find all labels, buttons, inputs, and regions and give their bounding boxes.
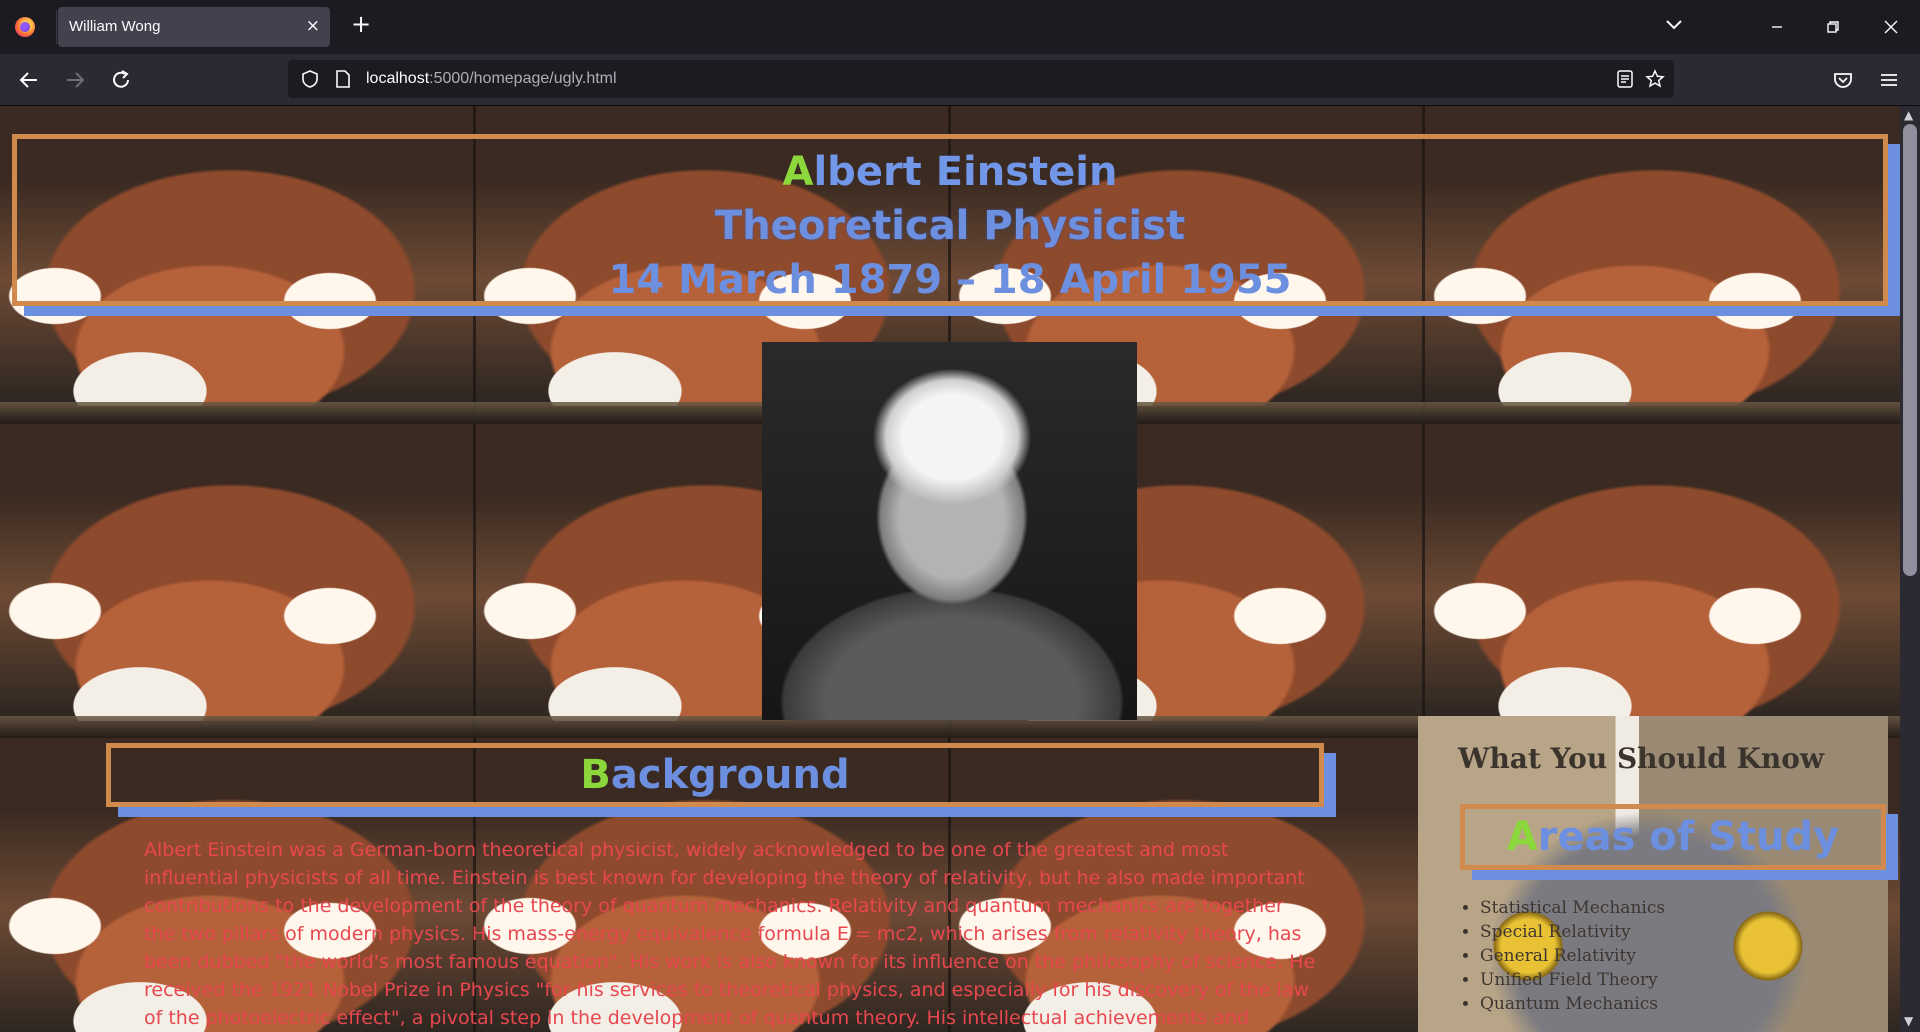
page-icon: [336, 70, 350, 88]
tab-separator: [56, 10, 57, 44]
minimize-icon[interactable]: [1762, 12, 1792, 42]
list-item: Quantum Mechanics: [1480, 992, 1665, 1016]
sidebar-title: What You Should Know: [1458, 742, 1825, 775]
list-item: Unified Field Theory: [1480, 968, 1665, 992]
browser-tab[interactable]: William Wong ×: [58, 7, 330, 47]
profession: Theoretical Physicist: [714, 203, 1186, 249]
title-rest: lbert Einstein: [813, 149, 1118, 195]
background-paragraph: Albert Einstein was a German-born theore…: [144, 839, 1316, 1029]
scroll-down-icon[interactable]: ▼: [1904, 1014, 1913, 1028]
shield-icon[interactable]: [300, 69, 320, 89]
heading-rest: ackground: [610, 752, 850, 798]
hamburger-menu-icon[interactable]: [1876, 67, 1902, 93]
reader-view-icon[interactable]: [1616, 70, 1634, 88]
background-heading: Background: [106, 743, 1324, 807]
areas-list: Statistical Mechanics Special Relativity…: [1480, 896, 1665, 1016]
close-window-icon[interactable]: [1876, 12, 1906, 42]
list-item: General Relativity: [1480, 944, 1665, 968]
navigation-toolbar: localhost:5000/homepage/ugly.html: [0, 54, 1920, 106]
url-path: :5000/homepage/ugly.html: [429, 70, 617, 87]
restore-icon[interactable]: [1818, 12, 1848, 42]
areas-rest: reas of Study: [1537, 814, 1840, 860]
einstein-portrait: [762, 342, 1137, 720]
firefox-logo-icon[interactable]: [15, 17, 35, 37]
bookmark-star-icon[interactable]: [1645, 69, 1665, 89]
url-host: localhost: [366, 70, 430, 87]
life-dates: 14 March 1879 – 18 April 1955: [608, 257, 1292, 303]
areas-of-study-heading: Areas of Study: [1460, 804, 1886, 870]
tab-title: William Wong: [69, 18, 161, 35]
new-tab-icon[interactable]: +: [351, 12, 371, 36]
list-item: Special Relativity: [1480, 920, 1665, 944]
address-bar[interactable]: localhost:5000/homepage/ugly.html: [288, 60, 1674, 98]
scrollbar-thumb[interactable]: [1903, 124, 1917, 576]
back-arrow-icon[interactable]: [16, 67, 42, 93]
title-first-letter: A: [782, 149, 814, 195]
header-banner: Albert Einstein Theoretical Physicist 14…: [12, 134, 1888, 306]
heading-first-letter: B: [580, 752, 611, 798]
page-content: Albert Einstein Theoretical Physicist 14…: [0, 106, 1900, 1032]
list-item: Statistical Mechanics: [1480, 896, 1665, 920]
page-title: Albert Einstein: [17, 149, 1883, 195]
pocket-icon[interactable]: [1830, 67, 1856, 93]
tab-close-icon[interactable]: ×: [306, 16, 320, 36]
chevron-down-icon[interactable]: [1664, 14, 1684, 34]
areas-first-letter: A: [1506, 814, 1538, 860]
forward-arrow-icon[interactable]: [62, 67, 88, 93]
reload-icon[interactable]: [108, 67, 134, 93]
scroll-up-icon[interactable]: ▲: [1904, 108, 1913, 122]
tab-bar: William Wong × +: [0, 0, 1920, 54]
url-text[interactable]: localhost:5000/homepage/ugly.html: [366, 70, 617, 88]
